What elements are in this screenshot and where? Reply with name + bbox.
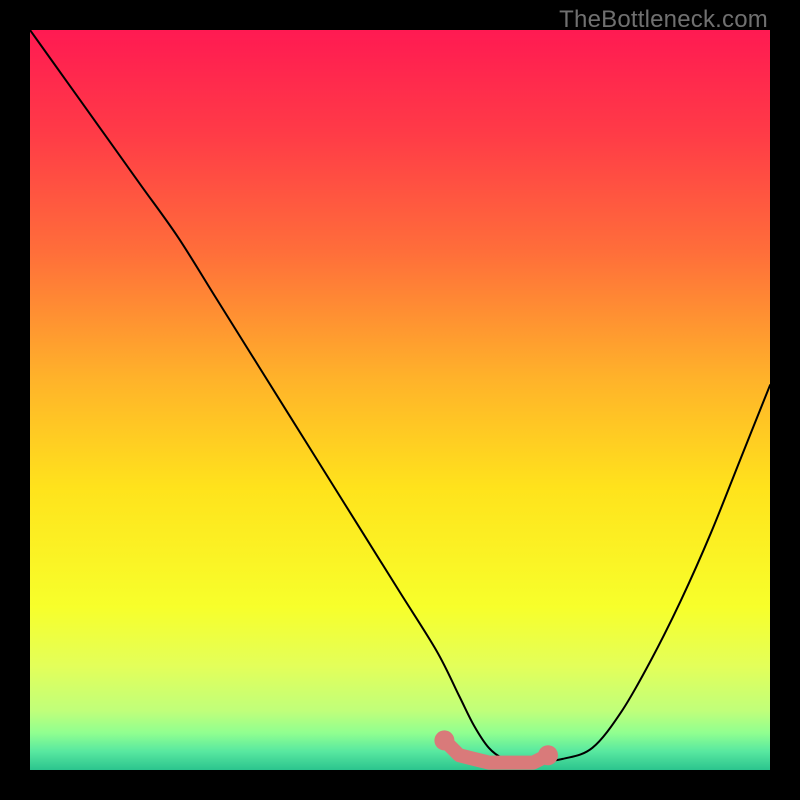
bottleneck-curve <box>30 30 770 763</box>
watermark-text: TheBottleneck.com <box>559 6 768 34</box>
outer-frame: TheBottleneck.com <box>0 0 800 800</box>
optimal-zone-end-dot <box>538 745 558 765</box>
optimal-zone-markers <box>434 730 558 765</box>
optimal-zone-line <box>444 740 548 762</box>
curve-group <box>30 30 770 763</box>
optimal-zone-start-dot <box>434 730 454 750</box>
plot-area <box>30 30 770 770</box>
chart-svg <box>30 30 770 770</box>
